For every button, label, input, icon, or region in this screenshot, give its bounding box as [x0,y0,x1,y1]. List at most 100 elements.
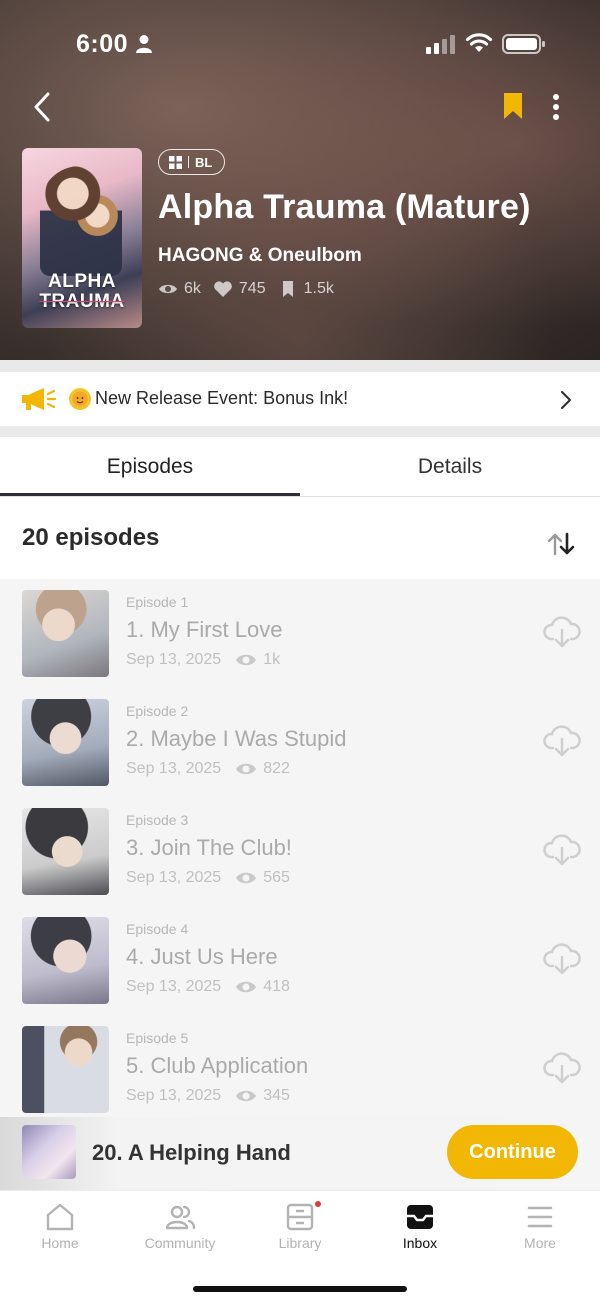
download-icon[interactable] [543,942,581,976]
genre-label: BL [195,154,213,170]
series-stats: 6k 745 1.5k [158,280,346,298]
signal-icon [426,35,455,54]
nav-library-label: Library [278,1235,322,1251]
episode-title: 5. Club Application [126,1053,309,1078]
heart-icon [214,281,232,297]
episode-row[interactable]: Episode 4 4. Just Us Here Sep 13, 2025 4… [0,906,600,1015]
active-tab-indicator [0,493,300,496]
episode-number: Episode 1 [126,594,189,610]
person-icon [136,35,152,53]
download-icon[interactable] [543,615,581,649]
nav-community[interactable]: Community [120,1201,240,1261]
inbox-icon [407,1205,433,1229]
episode-date: Sep 13, 2025 [126,760,222,777]
episode-number: Episode 5 [126,1030,189,1046]
episode-row[interactable]: Episode 2 2. Maybe I Was Stupid Sep 13, … [0,688,600,797]
grid-icon [169,155,182,169]
episode-number: Episode 2 [126,703,189,719]
nav-more[interactable]: More [480,1201,600,1261]
episode-views: 345 [263,1087,290,1104]
divider [0,360,600,372]
views-count: 6k [184,280,201,297]
episode-title: 3. Join The Club! [126,835,292,860]
episode-thumbnail [22,699,109,786]
eye-icon [236,981,257,993]
wifi-icon [465,33,493,52]
tab-bar: Episodes Details [0,437,600,497]
episode-row[interactable]: Episode 3 3. Join The Club! Sep 13, 2025… [0,797,600,906]
bookmark-small-icon [282,281,293,297]
episode-meta: Sep 13, 2025 1k [126,651,280,669]
sort-icon[interactable] [546,532,576,556]
episode-meta: Sep 13, 2025 418 [126,978,290,996]
episode-date: Sep 13, 2025 [126,651,222,668]
episode-title: 1. My First Love [126,617,283,642]
download-icon[interactable] [543,833,581,867]
menu-icon [527,1206,553,1228]
genre-badge[interactable]: BL [158,149,226,175]
series-authors[interactable]: HAGONG & Oneulbom [158,245,362,267]
library-icon [286,1203,314,1231]
episode-title: 2. Maybe I Was Stupid [126,726,347,751]
series-title: Alpha Trauma (Mature) [158,188,531,226]
episode-thumbnail [22,917,109,1004]
episode-count: 20 episodes [22,524,160,551]
episode-views: 418 [263,978,290,995]
continue-reading-bar[interactable]: 20. A Helping Hand Continue [0,1117,600,1190]
episode-meta: Sep 13, 2025 822 [126,760,290,778]
episode-date: Sep 13, 2025 [126,869,222,886]
series-header: 6:00 ALPHA TRAUMA BL Alpha Trauma (Matur… [0,0,600,360]
sun-face-icon [69,388,91,410]
episode-views: 822 [263,760,290,777]
status-time: 6:00 [76,30,129,58]
nav-library[interactable]: Library [240,1201,360,1261]
event-banner-text: New Release Event: Bonus Ink! [95,388,349,408]
episode-row[interactable]: Episode 5 5. Club Application Sep 13, 20… [0,1015,600,1117]
episode-list: Episode 1 1. My First Love Sep 13, 2025 … [0,579,600,1117]
nav-community-label: Community [144,1235,216,1251]
eye-icon [236,1090,257,1102]
nav-inbox[interactable]: Inbox [360,1201,480,1261]
eye-icon [236,872,257,884]
notification-dot [315,1201,321,1207]
eye-icon [236,654,257,666]
bookmark-icon[interactable] [502,92,524,120]
back-icon[interactable] [28,88,56,126]
episode-views: 565 [263,869,290,886]
eye-icon [159,284,177,294]
episode-meta: Sep 13, 2025 565 [126,869,290,887]
continue-thumbnail [22,1125,76,1179]
download-icon[interactable] [543,724,581,758]
eye-icon [236,763,257,775]
download-icon[interactable] [543,1051,581,1085]
subscribers-count: 1.5k [303,280,334,297]
episode-views: 1k [263,651,281,668]
episode-number: Episode 3 [126,812,189,828]
home-indicator[interactable] [193,1286,407,1292]
status-bar: 6:00 [0,26,600,66]
episode-number: Episode 4 [126,921,189,937]
episode-title: 4. Just Us Here [126,944,278,969]
episode-meta: Sep 13, 2025 345 [126,1087,290,1105]
home-icon [46,1203,74,1231]
episode-date: Sep 13, 2025 [126,1087,222,1104]
episodes-header: 20 episodes [0,497,600,579]
event-banner[interactable]: New Release Event: Bonus Ink! [0,372,600,426]
episode-thumbnail [22,808,109,895]
episode-date: Sep 13, 2025 [126,978,222,995]
nav-home-label: Home [41,1235,79,1251]
continue-episode-title: 20. A Helping Hand [92,1140,291,1165]
battery-icon [502,34,545,54]
nav-inbox-label: Inbox [402,1235,438,1251]
megaphone-icon [22,388,56,410]
tab-details[interactable]: Details [300,437,600,497]
tab-episodes[interactable]: Episodes [0,437,300,497]
continue-button[interactable]: Continue [447,1125,578,1179]
nav-more-label: More [524,1235,556,1251]
likes-count: 745 [238,280,266,297]
nav-home[interactable]: Home [0,1201,120,1261]
more-vertical-icon[interactable] [545,93,567,121]
episode-row[interactable]: Episode 1 1. My First Love Sep 13, 2025 … [0,579,600,688]
episode-thumbnail [22,590,109,677]
cover-logo: ALPHA TRAUMA [39,271,125,312]
